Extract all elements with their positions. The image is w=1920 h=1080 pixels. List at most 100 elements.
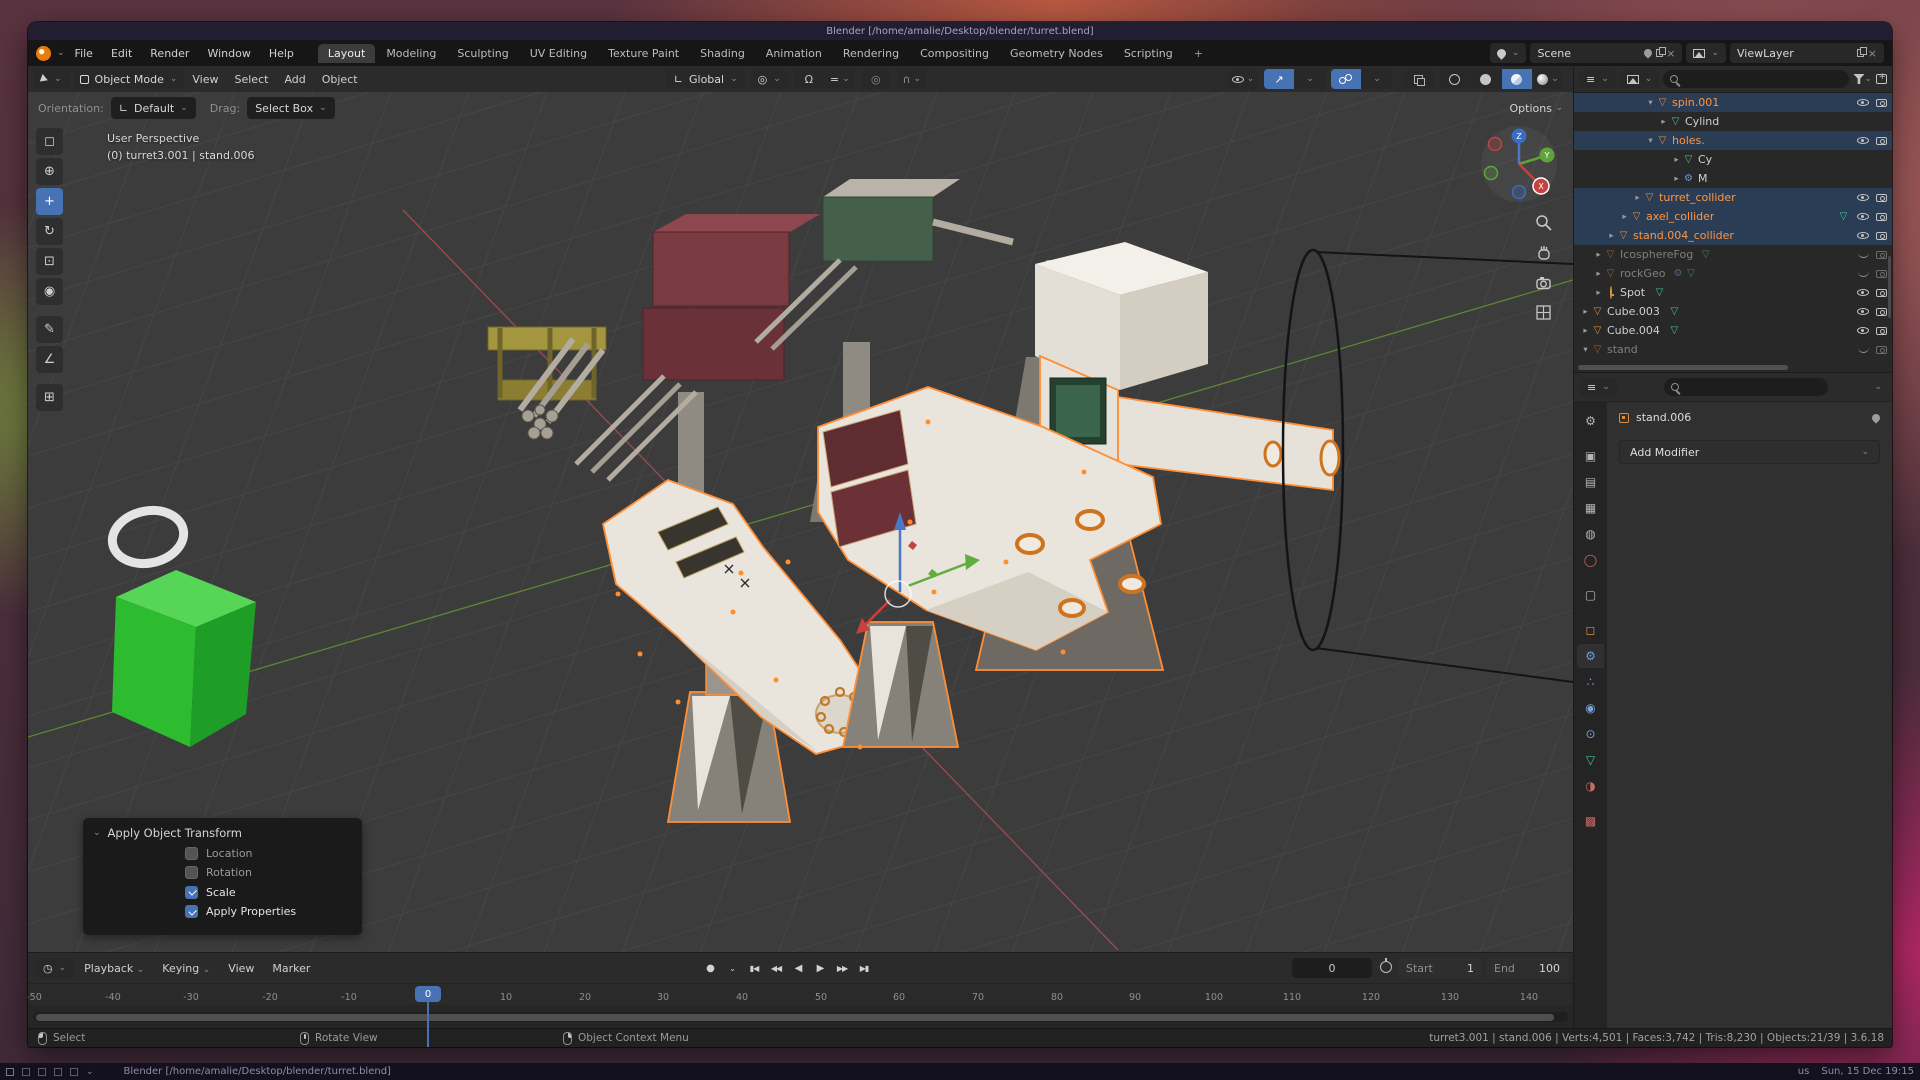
green-box[interactable] bbox=[107, 504, 256, 747]
menu-keying[interactable]: Keying ⌄ bbox=[155, 962, 217, 975]
menu-help[interactable]: Help bbox=[261, 43, 302, 63]
outliner-row[interactable]: ▸▽turret_collider bbox=[1574, 188, 1892, 207]
timeline-track[interactable] bbox=[28, 1005, 1573, 1029]
gizmos-dropdown[interactable]: ⌄ bbox=[1295, 69, 1325, 89]
tab-sculpting[interactable]: Sculpting bbox=[447, 44, 518, 63]
shading-rendered-button[interactable]: ⌄ bbox=[1533, 69, 1563, 89]
add-workspace-button[interactable]: + bbox=[1184, 44, 1213, 63]
pin-icon[interactable] bbox=[1643, 47, 1654, 58]
overlays-dropdown[interactable]: ⌄ bbox=[1362, 69, 1392, 89]
tab-particles[interactable]: ∴ bbox=[1577, 670, 1604, 694]
menu-add[interactable]: Add bbox=[276, 69, 313, 89]
duplicate-icon[interactable] bbox=[1857, 49, 1864, 57]
panel-collapse-icon[interactable]: ⌄ bbox=[93, 828, 101, 838]
new-collection-button[interactable] bbox=[1876, 74, 1887, 84]
measure-tool[interactable]: ∠ bbox=[36, 346, 63, 373]
camera-icon[interactable] bbox=[1876, 289, 1887, 297]
select-box-tool[interactable]: ◻ bbox=[36, 128, 63, 155]
tab-geometry-nodes[interactable]: Geometry Nodes bbox=[1000, 44, 1113, 63]
expand-icon[interactable]: ▸ bbox=[1671, 155, 1682, 165]
properties-search-input[interactable] bbox=[1664, 378, 1828, 396]
outliner-display-mode-button[interactable]: ⌄ bbox=[1620, 70, 1660, 88]
play-reverse-button[interactable]: ◀ bbox=[788, 957, 808, 979]
eye-closed-icon[interactable] bbox=[1858, 252, 1869, 258]
outliner-row[interactable]: ▸▽Cylind bbox=[1574, 112, 1892, 131]
checkbox[interactable] bbox=[185, 866, 198, 879]
expand-icon[interactable]: ▸ bbox=[1593, 269, 1604, 279]
camera-icon[interactable] bbox=[1876, 232, 1887, 240]
eye-icon[interactable] bbox=[1857, 327, 1869, 334]
shading-solid-button[interactable] bbox=[1471, 69, 1501, 89]
axis-negy-ball[interactable] bbox=[1485, 167, 1498, 180]
duplicate-icon[interactable] bbox=[1656, 49, 1663, 57]
pin-icon[interactable] bbox=[1870, 412, 1881, 423]
close-icon[interactable]: × bbox=[1666, 47, 1675, 60]
menu-select[interactable]: Select bbox=[227, 69, 277, 89]
outliner-filter-button[interactable]: ⌄ bbox=[1853, 74, 1872, 84]
outliner-row[interactable]: ▸▽axel_collider▽ bbox=[1574, 207, 1892, 226]
collapse-icon[interactable]: ▾ bbox=[1580, 345, 1591, 355]
proportional-edit-toggle[interactable]: ◎ bbox=[861, 69, 891, 89]
taskbar-layout-icon[interactable]: ⌄ bbox=[86, 1067, 94, 1077]
expand-icon[interactable]: ▸ bbox=[1671, 174, 1682, 184]
tab-shading[interactable]: Shading bbox=[690, 44, 755, 63]
visibility-dropdown[interactable]: ⌄ bbox=[1228, 69, 1258, 89]
add-modifier-button[interactable]: Add Modifier ⌄ bbox=[1619, 440, 1880, 464]
checkbox[interactable] bbox=[185, 847, 198, 860]
mode-dropdown[interactable]: Object Mode ⌄ bbox=[73, 69, 185, 89]
outliner-row[interactable]: ▸▽stand.004_collider bbox=[1574, 226, 1892, 245]
pivot-point-dropdown[interactable]: ◎⌄ bbox=[751, 69, 788, 89]
overlays-toggle[interactable] bbox=[1331, 69, 1361, 89]
axis-negx-ball[interactable] bbox=[1489, 138, 1502, 151]
next-keyframe-button[interactable]: ▶▶ bbox=[832, 957, 852, 979]
jump-to-start-button[interactable]: ▮◀ bbox=[744, 957, 764, 979]
eye-icon[interactable] bbox=[1857, 289, 1869, 296]
outliner-editor-type-button[interactable]: ≡⌄ bbox=[1579, 70, 1616, 88]
blender-logo-icon[interactable] bbox=[36, 46, 51, 61]
outliner-row[interactable]: ▾▽spin.001 bbox=[1574, 93, 1892, 112]
gizmos-toggle[interactable]: ↗ bbox=[1264, 69, 1294, 89]
camera-icon[interactable] bbox=[1876, 194, 1887, 202]
tab-rendering[interactable]: Rendering bbox=[833, 44, 909, 63]
outliner-row[interactable]: ▸Spot▽ bbox=[1574, 283, 1892, 302]
camera-icon[interactable] bbox=[1876, 137, 1887, 145]
shading-wireframe-button[interactable] bbox=[1440, 69, 1470, 89]
expand-icon[interactable]: ▸ bbox=[1593, 288, 1604, 298]
scene-browse-button[interactable]: ⌄ bbox=[1490, 43, 1527, 63]
outliner-hscrollbar[interactable] bbox=[1578, 365, 1788, 370]
tab-modifiers[interactable]: ⚙ bbox=[1577, 644, 1604, 668]
window-titlebar[interactable]: Blender [/home/amalie/Desktop/blender/tu… bbox=[28, 22, 1892, 40]
eye-closed-icon[interactable] bbox=[1858, 271, 1869, 277]
camera-disabled-icon[interactable] bbox=[1876, 251, 1887, 259]
outliner-row[interactable]: ▸▽Cy bbox=[1574, 150, 1892, 169]
drag-setting-dropdown[interactable]: Select Box ⌄ bbox=[247, 97, 334, 119]
camera-disabled-icon[interactable] bbox=[1876, 346, 1887, 354]
tab-object[interactable]: ◻ bbox=[1577, 618, 1604, 642]
tab-animation[interactable]: Animation bbox=[756, 44, 832, 63]
outliner-row[interactable]: ▾▽holes. bbox=[1574, 131, 1892, 150]
menu-view[interactable]: View bbox=[184, 69, 226, 89]
eye-closed-icon[interactable] bbox=[1858, 347, 1869, 353]
add-cube-tool[interactable]: ⊞ bbox=[36, 384, 63, 411]
playhead-line[interactable] bbox=[427, 1002, 429, 1047]
checkbox[interactable] bbox=[185, 886, 198, 899]
grid-toggle-icon[interactable] bbox=[1535, 304, 1553, 322]
transform-tool[interactable]: ◉ bbox=[36, 278, 63, 305]
tab-modeling[interactable]: Modeling bbox=[376, 44, 446, 63]
proportional-falloff-dropdown[interactable]: ∩⌄ bbox=[897, 69, 927, 89]
turret-green[interactable] bbox=[756, 179, 1013, 349]
taskbar-workspace-icon[interactable] bbox=[38, 1068, 46, 1076]
eye-icon[interactable] bbox=[1857, 194, 1869, 201]
viewlayer-browse-button[interactable]: ⌄ bbox=[1686, 43, 1726, 63]
expand-icon[interactable]: ▸ bbox=[1658, 117, 1669, 127]
timeline-ruler[interactable]: -50 -40 -30 -20 -10 0 10 20 30 40 50 60 … bbox=[28, 983, 1573, 1006]
frame-start-field[interactable]: Start1 bbox=[1398, 958, 1482, 978]
taskbar-clock[interactable]: Sun, 15 Dec 19:15 bbox=[1821, 1066, 1914, 1077]
outliner-vscrollbar[interactable] bbox=[1888, 256, 1891, 318]
stopwatch-icon[interactable] bbox=[1380, 961, 1392, 973]
snap-settings-dropdown[interactable]: =⌄ bbox=[825, 69, 855, 89]
outliner-row[interactable]: ▾▽stand bbox=[1574, 340, 1892, 359]
eye-icon[interactable] bbox=[1857, 99, 1869, 106]
previous-keyframe-button[interactable]: ◀◀ bbox=[766, 957, 786, 979]
xray-toggle[interactable] bbox=[1404, 69, 1434, 89]
